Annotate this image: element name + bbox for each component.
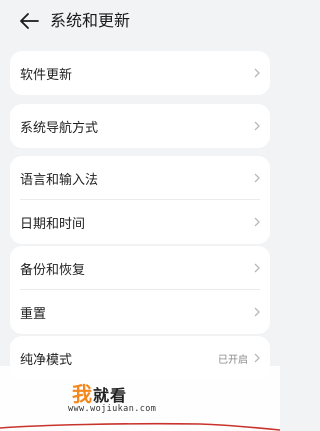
settings-group-1: 软件更新 [10,51,270,95]
settings-item-label: 语言和输入法 [20,172,99,188]
settings-item-reset[interactable]: 重置 [10,290,270,334]
settings-item-language[interactable]: 语言和输入法 [10,156,270,200]
settings-item-label: 软件更新 [20,67,73,83]
settings-item-label: 备份和恢复 [20,262,86,278]
settings-item-label: 重置 [20,306,47,322]
settings-group-3: 语言和输入法 日期和时间 [10,156,270,244]
chevron-right-icon [254,263,260,273]
chevron-right-icon [254,353,260,363]
header-bar: 系统和更新 [0,0,280,46]
settings-item-label: 纯净模式 [20,352,73,368]
settings-group-4: 备份和恢复 重置 [10,246,270,334]
arrow-left-icon[interactable] [18,10,40,32]
chevron-right-icon [254,68,260,78]
settings-item-navigation[interactable]: 系统导航方式 [10,104,270,148]
settings-item-label: 系统导航方式 [20,120,99,136]
settings-item-label: 日期和时间 [20,216,86,232]
chevron-right-icon [254,307,260,317]
watermark-title: 我就看 [72,378,127,407]
chevron-right-icon [254,217,260,227]
watermark-char: 就 [93,386,111,405]
settings-item-date-time[interactable]: 日期和时间 [10,200,270,244]
settings-item-software-update[interactable]: 软件更新 [10,51,270,95]
settings-item-backup[interactable]: 备份和恢复 [10,246,270,290]
chevron-right-icon [254,173,260,183]
page-title: 系统和更新 [50,11,131,30]
watermark-url: www.wojiukan.com [68,404,157,414]
settings-item-value: 已开启 [218,354,248,366]
settings-group-2: 系统导航方式 [10,104,270,148]
watermark-char: 看 [110,386,128,405]
decorative-stroke [0,422,280,431]
chevron-right-icon [254,121,260,131]
watermark-char: 我 [72,382,93,406]
